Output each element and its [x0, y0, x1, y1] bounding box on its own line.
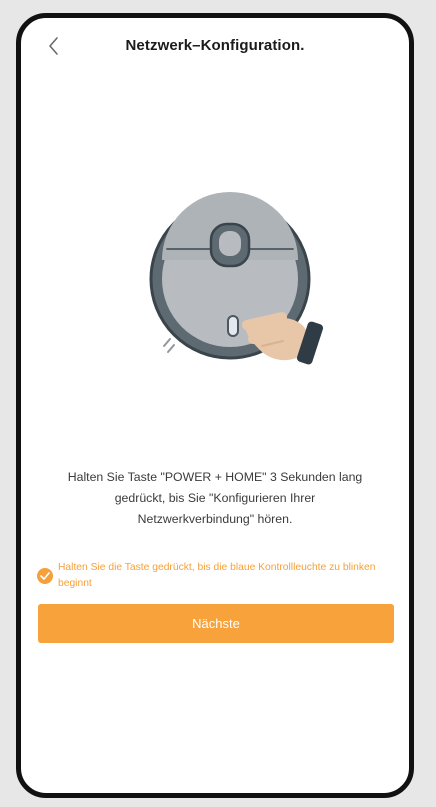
hint-text: Halten Sie die Taste gedrückt, bis die b…	[58, 562, 376, 589]
top-bar: Netzwerk–Konfiguration.	[21, 18, 409, 76]
confirm-checkbox[interactable]	[37, 568, 53, 584]
phone-frame: Netzwerk–Konfiguration. Halten Sie Taste…	[16, 13, 414, 798]
instruction-line-2: gedrückt, bis Sie "Konfigurieren Ihrer	[114, 491, 316, 505]
robot-vacuum-illustration	[149, 192, 324, 365]
confirm-hint[interactable]: Halten Sie die Taste gedrückt, bis die b…	[37, 560, 389, 592]
instruction-line-1: Halten Sie Taste "POWER + HOME" 3 Sekund…	[67, 470, 363, 484]
check-icon	[40, 572, 50, 580]
instruction-text: Halten Sie Taste "POWER + HOME" 3 Sekund…	[49, 467, 381, 530]
hand-icon	[242, 312, 324, 365]
instruction-line-3: Netzwerkverbindung" hören.	[137, 512, 293, 526]
next-button[interactable]: Nächste	[38, 604, 394, 643]
page-title: Netzwerk–Konfiguration.	[125, 37, 305, 54]
